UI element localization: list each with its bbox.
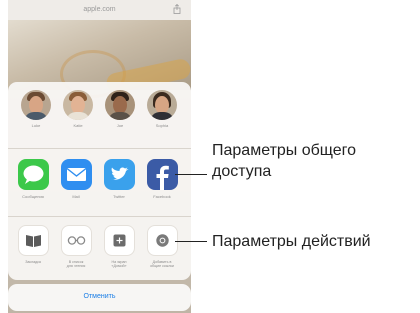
avatar [147, 90, 177, 120]
action-label-line: Добавить в [152, 260, 172, 264]
share-app-mail[interactable]: Mail [58, 159, 94, 199]
airdrop-contact[interactable]: Joe [102, 90, 138, 128]
browser-top-bar: apple.com [8, 0, 191, 20]
contact-name: Katie [73, 123, 83, 128]
contact-name: Joe [116, 123, 124, 128]
action-bookmark[interactable]: Закладка [15, 225, 51, 264]
phone-screen: apple.com Luke Katie Joe Sophia Сообщени… [8, 0, 191, 313]
action-label-line: Закладка [25, 260, 41, 264]
airdrop-row: Luke Katie Joe Sophia [8, 82, 191, 148]
action-label-line: общие ссылки [150, 264, 174, 269]
twitter-icon [103, 159, 135, 190]
facebook-icon [146, 159, 178, 190]
avatar [63, 90, 93, 120]
actions-row: Закладка В список для чтения На экран «Д… [8, 216, 191, 280]
airdrop-contact[interactable]: Luke [18, 90, 54, 128]
action-label-line: «Домой» [111, 264, 127, 269]
avatar [105, 90, 135, 120]
action-add-to-home[interactable]: На экран «Домой» [101, 225, 137, 269]
action-reading-list[interactable]: В список для чтения [58, 225, 94, 269]
avatar [21, 90, 51, 120]
plus-square-icon [103, 225, 135, 256]
share-app-messages[interactable]: Сообщения [15, 159, 51, 199]
action-label-line: На экран [111, 260, 127, 264]
callout-sharing-line: доступа [212, 163, 272, 180]
share-app-twitter[interactable]: Twitter [101, 159, 137, 199]
cancel-button[interactable]: Отменить [8, 284, 191, 311]
share-sheet: Luke Katie Joe Sophia Сообщения Mail Twi… [8, 82, 191, 280]
page-address: apple.com [83, 6, 116, 13]
messages-icon [17, 159, 49, 190]
contact-name: Sophia [155, 123, 169, 128]
share-app-facebook[interactable]: Facebook [144, 159, 180, 199]
at-icon [146, 225, 178, 256]
contact-name: Luke [31, 123, 41, 128]
callout-line-sharing [175, 174, 207, 175]
action-label: На экран «Домой» [101, 260, 137, 269]
app-label: Facebook [153, 194, 171, 199]
callout-action-options: Параметры действий [212, 233, 371, 250]
share-apps-row: Сообщения Mail Twitter Facebook [8, 148, 191, 217]
app-label: Сообщения [22, 194, 44, 199]
app-label: Mail [72, 194, 80, 199]
action-label-line: для чтения [66, 264, 86, 269]
share-icon[interactable] [172, 4, 182, 14]
airdrop-contact[interactable]: Sophia [144, 90, 180, 128]
background-page-image [8, 20, 191, 98]
callout-sharing-line: Параметры общего [212, 142, 357, 159]
action-label: Закладка [15, 260, 51, 264]
action-label: В список для чтения [58, 260, 94, 269]
callout-sharing-options: Параметры общего доступа [212, 140, 356, 182]
action-label: Добавить в общие ссылки [144, 260, 180, 269]
airdrop-contact[interactable]: Katie [60, 90, 96, 128]
cancel-label: Отменить [83, 293, 116, 300]
action-shared-links[interactable]: Добавить в общие ссылки [144, 225, 180, 269]
app-label: Twitter [113, 194, 125, 199]
glasses-icon [60, 225, 92, 256]
action-label-line: В список [68, 260, 84, 264]
callout-line-actions [175, 241, 207, 242]
book-icon [17, 225, 49, 256]
mail-icon [60, 159, 92, 190]
